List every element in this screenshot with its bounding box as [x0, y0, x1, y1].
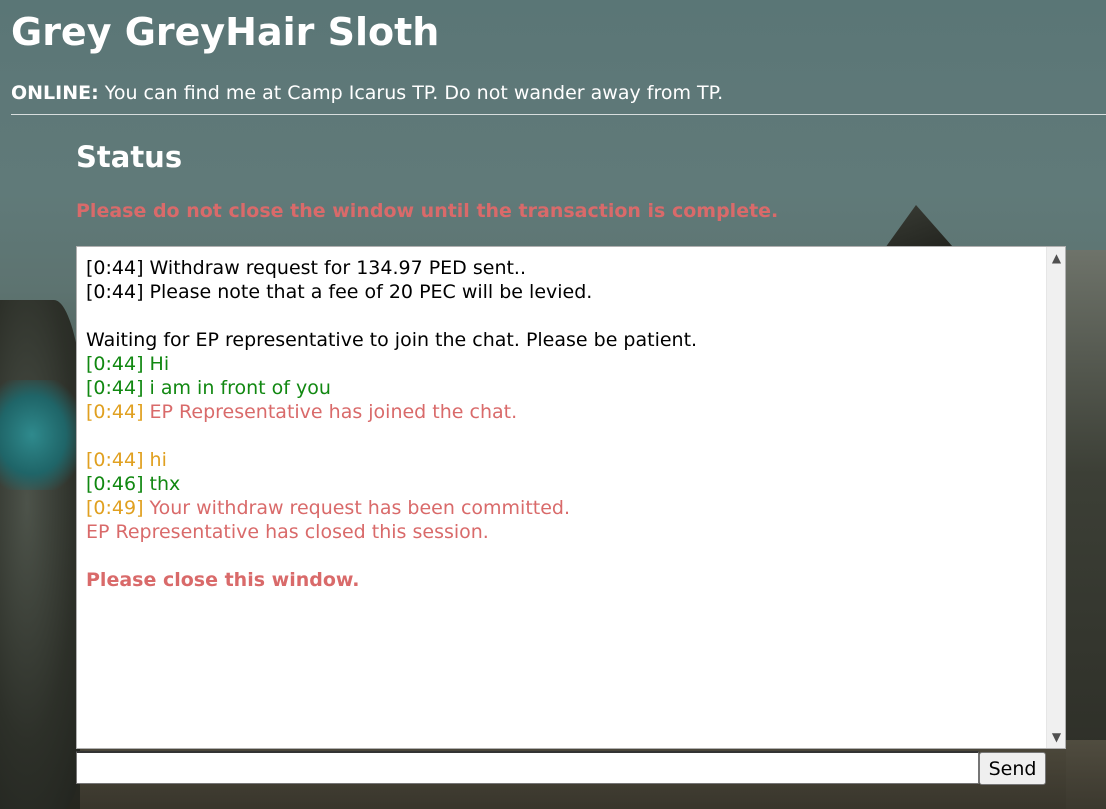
chat-line: [0:46] thx [86, 472, 1043, 496]
status-heading: Status [76, 140, 183, 174]
chat-timestamp: [0:49] [86, 497, 144, 519]
chat-timestamp: [0:44] [86, 257, 144, 279]
chat-line: Please close this window. [86, 568, 1043, 592]
chat-message-text: Withdraw request for 134.97 PED sent.. [143, 257, 527, 279]
chat-timestamp: [0:44] [86, 281, 144, 303]
online-label: ONLINE: [11, 82, 99, 104]
chat-line: EP Representative has closed this sessio… [86, 520, 1043, 544]
page-title: Grey GreyHair Sloth [11, 10, 440, 54]
chat-message-text: EP Representative has closed this sessio… [86, 521, 489, 543]
chat-message-text: EP Representative has joined the chat. [143, 401, 518, 423]
chat-line: [0:44] Please note that a fee of 20 PEC … [86, 280, 1043, 304]
chat-content: [0:44] Withdraw request for 134.97 PED s… [86, 256, 1043, 592]
chat-spacer [86, 544, 1043, 568]
chat-message-text: Please note that a fee of 20 PEC will be… [143, 281, 593, 303]
chat-timestamp: [0:44] [86, 449, 144, 471]
chat-timestamp: [0:44] [86, 353, 144, 375]
chat-message-text: i am in front of you [143, 377, 331, 399]
chevron-down-icon[interactable]: ▼ [1047, 728, 1065, 746]
chat-message-text: hi [143, 449, 167, 471]
chat-input-row: Send [76, 751, 1066, 785]
online-status: ONLINE: You can find me at Camp Icarus T… [11, 81, 723, 105]
chat-scrollbar[interactable]: ▲ ▼ [1046, 247, 1065, 748]
chat-message-text: thx [143, 473, 181, 495]
chat-timestamp: [0:46] [86, 473, 144, 495]
online-message: You can find me at Camp Icarus TP. Do no… [98, 82, 724, 104]
warning-message: Please do not close the window until the… [76, 200, 779, 222]
chat-timestamp: [0:44] [86, 377, 144, 399]
chat-message-text: Hi [143, 353, 170, 375]
chat-line: [0:44] hi [86, 448, 1043, 472]
chat-spacer [86, 424, 1043, 448]
chat-message-text: Waiting for EP representative to join th… [86, 329, 698, 351]
chat-line: [0:49] Your withdraw request has been co… [86, 496, 1043, 520]
chat-message-text: Please close this window. [86, 569, 360, 591]
chat-spacer [86, 304, 1043, 328]
chevron-up-icon[interactable]: ▲ [1047, 249, 1065, 267]
message-input[interactable] [76, 751, 979, 784]
chat-line: Waiting for EP representative to join th… [86, 328, 1043, 352]
send-button[interactable]: Send [979, 752, 1046, 785]
chat-line: [0:44] EP Representative has joined the … [86, 400, 1043, 424]
chat-timestamp: [0:44] [86, 401, 144, 423]
chat-line: [0:44] Withdraw request for 134.97 PED s… [86, 256, 1043, 280]
header-divider [11, 114, 1106, 115]
chat-line: [0:44] i am in front of you [86, 376, 1043, 400]
background-rock-right [1066, 250, 1106, 809]
chat-message-text: Your withdraw request has been committed… [143, 497, 571, 519]
chat-line: [0:44] Hi [86, 352, 1043, 376]
background-water [0, 380, 80, 490]
chat-log[interactable]: [0:44] Withdraw request for 134.97 PED s… [76, 246, 1066, 749]
